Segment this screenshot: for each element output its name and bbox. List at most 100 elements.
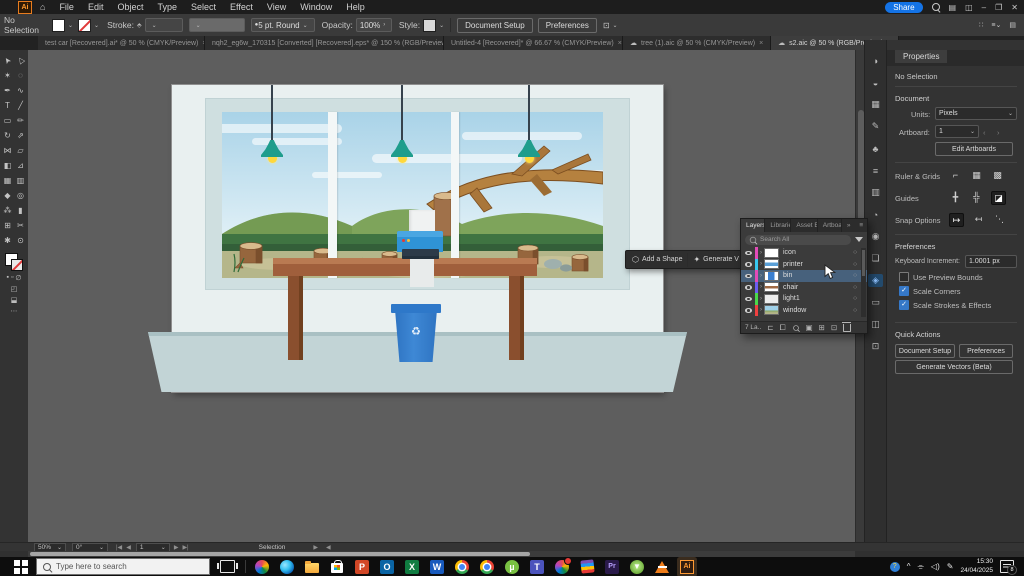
- taskbar-app-outlook[interactable]: O: [379, 559, 395, 575]
- home-icon[interactable]: ⌂: [40, 2, 45, 12]
- tab-overflow-icon[interactable]: »: [842, 219, 854, 232]
- expand-layer-icon[interactable]: ›: [760, 273, 762, 279]
- taskbar-app-illustrator[interactable]: Ai: [679, 559, 695, 575]
- align-icon[interactable]: ∷: [979, 21, 983, 29]
- menu-select[interactable]: Select: [191, 2, 216, 12]
- preferences-button[interactable]: Preferences: [538, 18, 597, 33]
- document-tab[interactable]: Untitled-4 [Recovered]* @ 66.67 % (CMYK/…: [444, 36, 623, 50]
- prev-artboard-icon[interactable]: ◀: [126, 544, 131, 551]
- canvas[interactable]: ♻: [28, 50, 855, 542]
- brush-definition-dropdown[interactable]: ●5 pt. Round⌄: [251, 18, 315, 32]
- taskbar-app-edge[interactable]: [279, 559, 295, 575]
- next-artboard-icon[interactable]: ▶: [174, 544, 179, 551]
- paintbrush-tool[interactable]: ✏: [14, 114, 27, 127]
- expand-layer-icon[interactable]: ›: [760, 307, 762, 313]
- workspace-switcher-icon[interactable]: ◫: [965, 3, 973, 12]
- tray-clock[interactable]: 15:30 24/04/2025: [960, 558, 993, 574]
- document-setup-button[interactable]: Document Setup: [457, 18, 533, 33]
- layers-scrollbar[interactable]: [861, 248, 866, 317]
- fill-stroke-indicator[interactable]: [5, 253, 23, 271]
- edit-toolbar-icon[interactable]: ⋯: [11, 307, 18, 315]
- taskbar-app-vlc[interactable]: [654, 559, 670, 575]
- expand-layer-icon[interactable]: ›: [760, 284, 762, 290]
- snap-to-grid-icon[interactable]: ↤: [972, 213, 985, 225]
- fill-swatch[interactable]: [52, 19, 65, 32]
- tray-network-icon[interactable]: ⌯: [918, 562, 924, 572]
- snap-to-glyph-icon[interactable]: ⋱: [993, 213, 1006, 225]
- symbol-sprayer-tool[interactable]: ⁂: [1, 204, 14, 217]
- workspace-icon[interactable]: ≡⌄: [991, 21, 1001, 29]
- panel-menu-icon[interactable]: ▤: [1009, 21, 1016, 29]
- filter-icon[interactable]: [855, 237, 863, 242]
- artboard-tool[interactable]: ⊞: [1, 219, 14, 232]
- taskbar-app-powerpoint[interactable]: P: [354, 559, 370, 575]
- show-guides-icon[interactable]: ╋: [949, 191, 962, 203]
- type-tool[interactable]: T: [1, 99, 14, 112]
- tray-hidden-icons-chevron[interactable]: ^: [907, 562, 911, 571]
- visibility-eye-icon[interactable]: [745, 274, 752, 279]
- use-preview-bounds-checkbox[interactable]: [899, 272, 909, 282]
- locate-object-icon[interactable]: [793, 325, 799, 331]
- close-tab-icon[interactable]: ×: [618, 40, 622, 47]
- layer-row[interactable]: › light1 ○: [741, 293, 867, 305]
- tab-properties[interactable]: Properties: [895, 50, 947, 63]
- last-artboard-icon[interactable]: ▶|: [182, 544, 188, 551]
- task-view-button[interactable]: [220, 560, 235, 573]
- show-transparency-grid-icon[interactable]: ▩: [991, 169, 1004, 181]
- menu-window[interactable]: Window: [300, 2, 332, 12]
- layer-row[interactable]: › chair ○: [741, 282, 867, 294]
- shape-builder-tool[interactable]: ◧: [1, 159, 14, 172]
- stroke-color-swatch[interactable]: [11, 259, 23, 271]
- stroke-panel-icon[interactable]: ≡: [868, 164, 883, 177]
- new-layer-icon[interactable]: ⊡: [831, 323, 837, 332]
- artboard-next-icon[interactable]: ›: [997, 128, 1000, 137]
- stroke-weight-field[interactable]: ⌄: [145, 18, 183, 32]
- brush-preview-dropdown[interactable]: ⌄: [189, 18, 245, 32]
- status-collapse-icon[interactable]: ◀: [326, 544, 331, 551]
- layer-target-icon[interactable]: ○: [853, 307, 857, 314]
- color-guide-panel-icon[interactable]: ◒: [868, 76, 883, 89]
- document-tab[interactable]: ☁ tree (1).aic @ 50 % (CMYK/Preview)×: [623, 36, 771, 50]
- pattern-options-panel-icon[interactable]: ⊡: [868, 340, 883, 353]
- minimize-button[interactable]: –: [982, 3, 986, 12]
- visibility-eye-icon[interactable]: [745, 251, 752, 256]
- stroke-swatch[interactable]: [78, 19, 91, 32]
- share-button[interactable]: Share: [885, 2, 922, 13]
- pen-tool[interactable]: ✒: [1, 84, 14, 97]
- flyout-icon[interactable]: ⧠: [780, 323, 786, 333]
- column-graph-tool[interactable]: ▮: [14, 204, 27, 217]
- visibility-eye-icon[interactable]: [745, 285, 752, 290]
- snap-to-point-icon[interactable]: ↦: [949, 213, 964, 227]
- layer-target-icon[interactable]: ○: [853, 272, 857, 279]
- opacity-label[interactable]: Opacity:: [322, 20, 353, 30]
- stroke-stepper[interactable]: ⬘: [137, 22, 142, 29]
- lasso-tool[interactable]: ◌: [14, 69, 27, 82]
- brushes-panel-icon[interactable]: ✎: [868, 120, 883, 133]
- layer-target-icon[interactable]: ○: [853, 295, 857, 302]
- artboards-panel-icon[interactable]: ▭: [868, 296, 883, 309]
- expand-layer-icon[interactable]: ›: [760, 261, 762, 267]
- tab-artboards[interactable]: Artboa: [818, 219, 842, 232]
- action-center-icon[interactable]: 8: [1000, 560, 1014, 573]
- horizontal-scrollbar-thumb[interactable]: [30, 552, 530, 556]
- layer-row[interactable]: › icon ○: [741, 247, 867, 259]
- generate-vectors-button[interactable]: Generate Vectors (Beta): [895, 360, 1013, 374]
- line-segment-tool[interactable]: ╱: [14, 99, 27, 112]
- visibility-eye-icon[interactable]: [745, 308, 752, 313]
- tray-volume-icon[interactable]: ◁): [931, 562, 940, 571]
- menu-effect[interactable]: Effect: [230, 2, 253, 12]
- document-tab[interactable]: test car [Recovered].ai* @ 50 % (CMYK/Pr…: [38, 36, 205, 50]
- direct-selection-tool[interactable]: ▷: [11, 51, 29, 69]
- taskbar-app-idm[interactable]: ▼: [629, 559, 645, 575]
- graphic-styles-panel-icon[interactable]: ❏: [868, 252, 883, 265]
- edit-artboards-button[interactable]: Edit Artboards: [935, 142, 1013, 156]
- taskbar-app-media[interactable]: [554, 559, 570, 575]
- artboard[interactable]: ♻: [172, 85, 663, 392]
- style-swatch[interactable]: [423, 19, 436, 32]
- artboard-prev-icon[interactable]: ‹: [983, 128, 986, 137]
- search-icon[interactable]: [932, 3, 940, 11]
- menu-help[interactable]: Help: [346, 2, 365, 12]
- tab-libraries[interactable]: Librarie: [765, 219, 791, 232]
- artboard-dropdown[interactable]: 1⌄: [935, 125, 979, 138]
- rectangle-tool[interactable]: ▭: [1, 114, 14, 127]
